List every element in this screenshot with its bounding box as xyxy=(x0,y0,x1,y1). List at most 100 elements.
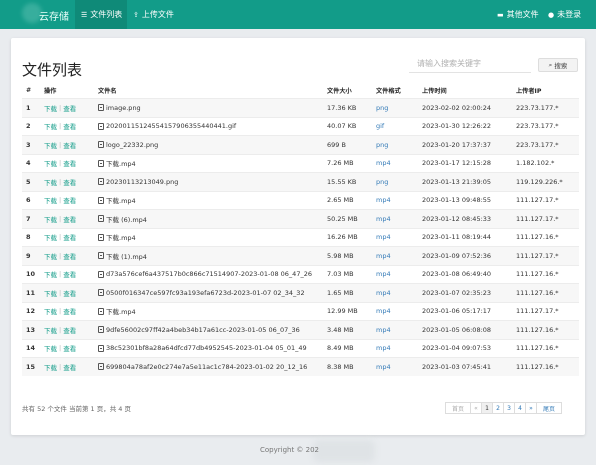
filename-text: 0500f016347ce597fc93a193efa6723d-2023-01… xyxy=(106,288,305,297)
row-index: 14 xyxy=(26,344,36,353)
table-row: 14 下载 | 查看 38c52301bf8a28a64dfcd77db4952545-… xyxy=(22,338,579,358)
search-input[interactable] xyxy=(409,55,531,73)
view-link[interactable]: 查看 xyxy=(63,158,76,168)
view-link[interactable]: 查看 xyxy=(63,251,76,261)
pager-last[interactable]: 尾页 xyxy=(536,402,562,414)
nav-file-list[interactable]: ☰ 文件列表 xyxy=(81,9,122,20)
download-link[interactable]: 下载 xyxy=(44,306,57,316)
header-ops: 操作 xyxy=(44,88,57,95)
view-link[interactable]: 查看 xyxy=(63,269,76,279)
row-actions: 下载 | 查看 xyxy=(44,284,94,302)
view-link[interactable]: 查看 xyxy=(63,195,76,205)
download-link[interactable]: 下载 xyxy=(44,325,57,335)
row-actions: 下载 | 查看 xyxy=(44,155,94,173)
view-link[interactable]: 查看 xyxy=(63,177,76,187)
brand-title[interactable]: 云存储 xyxy=(39,8,69,23)
row-upload-time: 2023-01-20 17:37:37 xyxy=(422,140,492,149)
view-link[interactable]: 查看 xyxy=(63,140,76,150)
view-link[interactable]: 查看 xyxy=(63,288,76,298)
file-icon xyxy=(98,326,104,334)
view-link[interactable]: 查看 xyxy=(63,306,76,316)
filename-text: 下载.mp4 xyxy=(106,234,136,243)
row-filename: 699804a78af2e0c274e7a5e11ac1c784-2023-01… xyxy=(98,358,326,376)
action-divider: | xyxy=(59,270,62,279)
file-icon xyxy=(98,233,104,241)
filename-text: 下载 (6).mp4 xyxy=(106,215,147,224)
view-link[interactable]: 查看 xyxy=(63,214,76,224)
download-link[interactable]: 下载 xyxy=(44,121,57,131)
row-index: 2 xyxy=(26,122,31,131)
download-link[interactable]: 下载 xyxy=(44,214,57,224)
row-uploader-ip: 111.127.17.* xyxy=(516,196,559,205)
row-size: 2.65 MB xyxy=(327,196,354,205)
row-size: 40.07 KB xyxy=(327,122,357,131)
row-size: 8.38 MB xyxy=(327,362,354,371)
row-actions: 下载 | 查看 xyxy=(44,173,94,191)
download-link[interactable]: 下载 xyxy=(44,251,57,261)
nav-other-files[interactable]: ▬ 其他文件 xyxy=(497,9,539,20)
row-format: mp4 xyxy=(376,288,391,297)
view-link[interactable]: 查看 xyxy=(63,232,76,242)
row-size: 12.99 MB xyxy=(327,307,358,316)
row-uploader-ip: 111.127.16.* xyxy=(516,288,559,297)
action-divider: | xyxy=(59,196,62,205)
pager-first[interactable]: 首页 xyxy=(445,402,471,414)
row-size: 699 B xyxy=(327,140,346,149)
user-icon: ● xyxy=(548,10,555,19)
download-link[interactable]: 下载 xyxy=(44,362,57,372)
row-index: 8 xyxy=(26,233,31,242)
filename-text: 699804a78af2e0c274e7a5e11ac1c784-2023-01… xyxy=(106,362,308,371)
action-divider: | xyxy=(59,325,62,334)
row-uploader-ip: 111.127.16.* xyxy=(516,270,559,279)
view-link[interactable]: 查看 xyxy=(63,362,76,372)
pagination: 首页 «1 2 3 4» 尾页 xyxy=(445,402,562,414)
view-link[interactable]: 查看 xyxy=(63,121,76,131)
row-actions: 下载 | 查看 xyxy=(44,210,94,228)
download-link[interactable]: 下载 xyxy=(44,140,57,150)
download-link[interactable]: 下载 xyxy=(44,269,57,279)
view-link[interactable]: 查看 xyxy=(63,325,76,335)
download-link[interactable]: 下载 xyxy=(44,158,57,168)
row-format: mp4 xyxy=(376,325,391,334)
row-index: 5 xyxy=(26,177,31,186)
file-icon xyxy=(98,252,104,260)
file-icon xyxy=(98,215,104,223)
row-uploader-ip: 119.129.226.* xyxy=(516,177,563,186)
nav-upload-file[interactable]: ⇪ 上传文件 xyxy=(133,9,174,20)
row-filename: 0500f016347ce597fc93a193efa6723d-2023-01… xyxy=(98,284,326,302)
row-format: gif xyxy=(376,122,385,131)
filename-text: 下载.mp4 xyxy=(106,160,136,169)
filename-text: 9dfe56002c97ff42a4beb34b17a61cc-2023-01-… xyxy=(106,325,300,334)
row-filename: 下载 (1).mp4 xyxy=(98,247,326,265)
row-index: 9 xyxy=(26,251,31,260)
row-upload-time: 2023-01-12 08:45:33 xyxy=(422,214,492,223)
nav-file-list-label: 文件列表 xyxy=(90,10,123,19)
table-row: 15 下载 | 查看 699804a78af2e0c274e7a5e11ac1c784-… xyxy=(22,357,579,376)
filename-text: 下载.mp4 xyxy=(106,308,136,317)
row-index: 11 xyxy=(26,288,36,297)
download-link[interactable]: 下载 xyxy=(44,343,57,353)
row-actions: 下载 | 查看 xyxy=(44,247,94,265)
row-filename: 9dfe56002c97ff42a4beb34b17a61cc-2023-01-… xyxy=(98,321,326,339)
view-link[interactable]: 查看 xyxy=(63,103,76,113)
row-index: 13 xyxy=(26,325,36,334)
row-size: 15.55 KB xyxy=(327,177,357,186)
file-icon xyxy=(98,141,104,149)
download-link[interactable]: 下载 xyxy=(44,195,57,205)
download-link[interactable]: 下载 xyxy=(44,177,57,187)
file-icon xyxy=(98,159,104,167)
row-format: mp4 xyxy=(376,159,391,168)
table-row: 9 下载 | 查看 下载 (1).mp4 5.98 MB mp4 2023-01-09 07:… xyxy=(22,246,579,265)
action-divider: | xyxy=(59,307,62,316)
download-link[interactable]: 下载 xyxy=(44,103,57,113)
header-format: 文件格式 xyxy=(376,88,401,95)
nav-login[interactable]: ● 未登录 xyxy=(548,9,581,20)
download-link[interactable]: 下载 xyxy=(44,288,57,298)
file-icon xyxy=(98,122,104,130)
view-link[interactable]: 查看 xyxy=(63,343,76,353)
filename-text: 20230113213049.png xyxy=(106,177,179,186)
download-link[interactable]: 下载 xyxy=(44,232,57,242)
row-upload-time: 2023-01-13 09:48:55 xyxy=(422,196,492,205)
table-row: 10 下载 | 查看 d73a576cef6a437517b0c866c71514907… xyxy=(22,264,579,284)
search-button[interactable]: ⌕ 搜索 xyxy=(538,58,578,72)
